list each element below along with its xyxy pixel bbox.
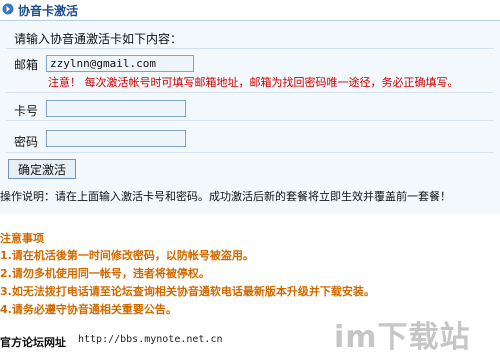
- forum-label: 官方论坛网址: [0, 336, 66, 349]
- notice-item: 1.请在机活後第一时间修改密码，以防帐号被盗用。: [0, 249, 254, 262]
- card-number-label: 卡号: [14, 104, 39, 118]
- row-divider: [6, 152, 494, 153]
- page-title: 协音卡激活: [18, 4, 79, 18]
- forum-url-link[interactable]: http://bbs.mynote.net.cn: [78, 334, 223, 345]
- password-field[interactable]: [46, 130, 186, 147]
- email-field[interactable]: [46, 55, 194, 72]
- instruction-text: 请输入协音通激活卡如下内容：: [14, 32, 183, 46]
- activate-button[interactable]: 确定激活: [8, 159, 76, 179]
- row-divider: [6, 120, 494, 121]
- row-divider: [6, 92, 494, 93]
- notice-item: 4.请务必遵守协音通相关重要公告。: [0, 303, 177, 316]
- password-label: 密码: [14, 135, 39, 149]
- notice-title: 注意事项: [0, 232, 44, 245]
- email-note: 注意！ 每次激活帐号时可填写邮箱地址，邮箱为找回密码唯一途径，务必正确填写。: [48, 76, 459, 89]
- notice-item: 2.请勿多机使用同一帐号，违者将被停权。: [0, 267, 210, 280]
- operation-instructions: 操作说明：请在上面输入激活卡号和密码。成功激活后新的套餐将立即生效并覆盖前一套餐…: [0, 190, 451, 203]
- watermark-logo: im下载站: [334, 320, 471, 355]
- card-number-field[interactable]: [46, 100, 186, 117]
- arrow-icon: [2, 3, 14, 15]
- notice-item: 3.如无法拨打电话请至论坛查询相关协音通软电话最新版本升级并下载安装。: [0, 285, 375, 298]
- email-label: 邮箱: [14, 58, 39, 72]
- header-bar: 协音卡激活: [0, 0, 500, 21]
